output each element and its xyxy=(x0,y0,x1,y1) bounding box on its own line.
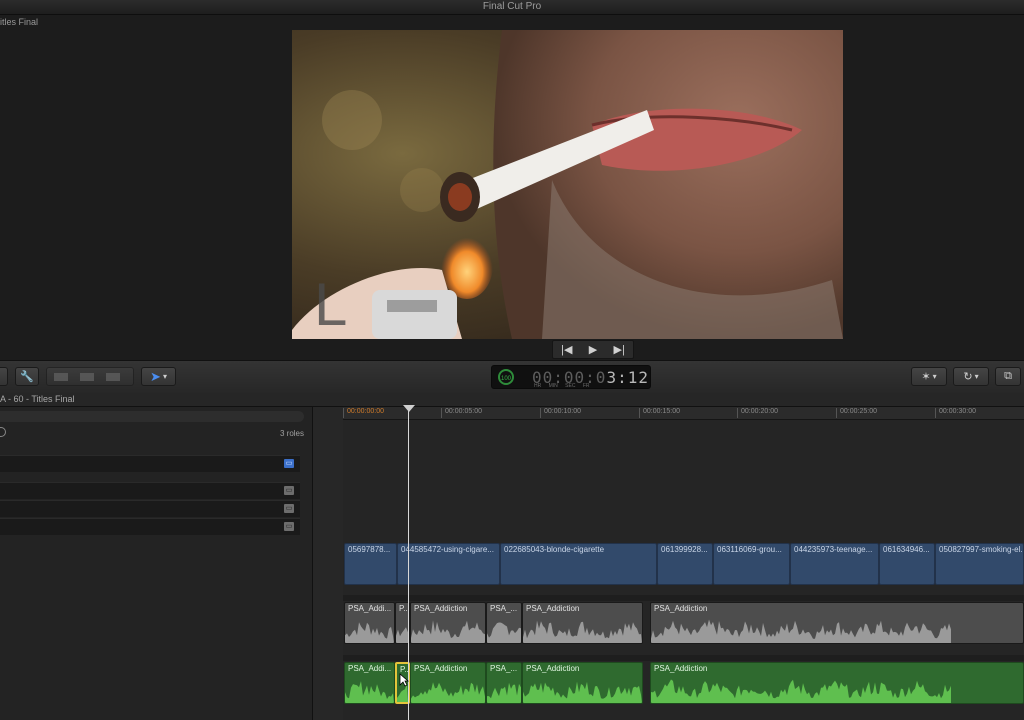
audio-waveform xyxy=(651,619,951,643)
toolbar-button-left-edge[interactable] xyxy=(0,367,8,386)
audio-waveform xyxy=(487,682,521,703)
video-clip[interactable]: 044585472-using-cigare... xyxy=(397,543,500,585)
video-preview[interactable]: L xyxy=(292,30,843,339)
audio-clip[interactable]: PSA_... xyxy=(486,602,522,644)
app-title: Final Cut Pro xyxy=(482,1,542,12)
video-clip[interactable]: 063116069-grou... xyxy=(713,543,790,585)
audio-clip-green[interactable]: PSA_Addiction xyxy=(410,662,486,704)
ruler-tick: 00:00:15:00 xyxy=(639,408,680,418)
next-edit-button[interactable]: ▶| xyxy=(614,343,625,356)
role-toggle-icon[interactable]: ▭ xyxy=(284,504,294,513)
waveform-shape xyxy=(487,682,521,703)
wrench-icon: 🔧 xyxy=(20,371,34,383)
ruler-tick: 00:00:25:00 xyxy=(836,408,877,418)
audio-clip-green[interactable]: PSA_Addi... xyxy=(344,662,395,704)
waveform-shape xyxy=(651,679,951,703)
toolbar: 🔧 ➤ ▾ 100 00:00:03:12 HR MIN SEC FR ✶ ▾ ↻… xyxy=(0,360,1024,394)
audio-clip-green[interactable]: PSA_... xyxy=(486,662,522,704)
ruler-tick: 00:00:20:00 xyxy=(737,408,778,418)
waveform-shape xyxy=(523,681,642,703)
audio-waveform xyxy=(523,681,642,703)
video-frame-image: L xyxy=(292,30,843,339)
video-clip[interactable]: 05697878... xyxy=(344,543,397,585)
ruler-tick: 00:00:05:00 xyxy=(441,408,482,418)
transport-controls: |◀ ▶ ▶| xyxy=(552,340,634,359)
role-toggle-icon[interactable]: ▭ xyxy=(284,486,294,495)
edit-buttons-group[interactable] xyxy=(46,367,134,386)
index-search-field[interactable] xyxy=(0,411,304,422)
enhancements-button[interactable]: ✶ ▾ xyxy=(911,367,947,386)
ruler-tick: 00:00:10:00 xyxy=(540,408,581,418)
video-clip[interactable]: 061634946... xyxy=(879,543,935,585)
waveform-shape xyxy=(345,681,394,703)
index-role-row[interactable]: ▭ xyxy=(0,455,300,472)
audio-waveform xyxy=(411,620,485,643)
index-role-row[interactable]: ▭ xyxy=(0,482,300,499)
index-toggle-icon[interactable] xyxy=(0,427,6,437)
video-clip[interactable]: 050827997-smoking-el... xyxy=(935,543,1024,585)
viewer-panel: itles Final L |◀ ▶ ▶| xyxy=(0,15,1024,360)
timeline-ruler[interactable]: 00:00:00:00 00:00:05:00 00:00:10:00 00:0… xyxy=(343,407,1024,420)
viewer-title: itles Final xyxy=(0,17,39,27)
audio-waveform xyxy=(345,622,394,643)
waveform-shape xyxy=(651,619,951,643)
previous-edit-button[interactable]: |◀ xyxy=(561,343,572,356)
lane-separator xyxy=(343,595,1024,601)
audio-waveform xyxy=(487,622,521,643)
waveform-shape xyxy=(523,620,642,643)
background-tasks-indicator[interactable]: 100 xyxy=(498,369,514,385)
waveform-shape xyxy=(345,622,394,643)
index-role-row[interactable]: ▭ xyxy=(0,500,300,517)
waveform-shape xyxy=(411,620,485,643)
edit-mode-icons xyxy=(54,372,120,381)
role-toggle-icon[interactable]: ▭ xyxy=(284,459,294,468)
index-role-row[interactable]: ▭ xyxy=(0,518,300,535)
svg-text:L: L xyxy=(314,271,347,338)
play-button[interactable]: ▶ xyxy=(589,343,597,356)
roles-count: 3 roles xyxy=(279,429,304,438)
video-clip[interactable]: 044235973-teenage... xyxy=(790,543,879,585)
audio-clip[interactable]: PSA_Addiction xyxy=(650,602,1024,644)
magic-wand-icon: ✶ xyxy=(921,371,931,383)
audio-clip-green[interactable]: PSA_Addiction xyxy=(522,662,643,704)
video-clip[interactable]: 022685043-blonde-cigarette xyxy=(500,543,657,585)
video-clip[interactable]: 061399928... xyxy=(657,543,713,585)
audio-clip[interactable]: PSA_Addiction xyxy=(410,602,486,644)
title-bar: Final Cut Pro xyxy=(0,0,1024,15)
overlay-icon: ⧉ xyxy=(1004,370,1012,382)
mouse-cursor-icon xyxy=(399,673,409,687)
inspector-button[interactable]: 🔧 xyxy=(15,367,39,386)
transform-button[interactable]: ⧉ xyxy=(995,367,1021,386)
waveform-shape xyxy=(487,622,521,643)
arrow-pointer-icon: ➤ xyxy=(150,368,161,384)
ruler-tick: 00:00:30:00 xyxy=(935,408,976,418)
timecode-units: HR MIN SEC FR xyxy=(534,383,590,389)
audio-waveform xyxy=(411,682,485,703)
retime-button[interactable]: ↻ ▾ xyxy=(953,367,989,386)
ruler-tick: 00:00:00:00 xyxy=(343,408,384,418)
audio-waveform xyxy=(651,679,951,703)
select-tool-button[interactable]: ➤ ▾ xyxy=(141,367,176,386)
timeline[interactable]: 00:00:00:00 00:00:05:00 00:00:10:00 00:0… xyxy=(313,407,1024,720)
timeline-index: 3 roles ▭ ▭ ▭ ▭ xyxy=(0,407,313,720)
project-name: A - 60 - Titles Final xyxy=(0,394,75,404)
project-bar: A - 60 - Titles Final xyxy=(0,393,1024,407)
audio-clip[interactable]: PSA_Addi... xyxy=(344,602,395,644)
waveform-shape xyxy=(411,682,485,703)
audio-waveform xyxy=(523,620,642,643)
playhead-handle-icon[interactable] xyxy=(403,405,415,412)
audio-waveform xyxy=(345,681,394,703)
audio-clip[interactable]: PSA_Addiction xyxy=(522,602,643,644)
dashboard-timecode[interactable]: 100 00:00:03:12 HR MIN SEC FR xyxy=(491,365,651,389)
role-toggle-icon[interactable]: ▭ xyxy=(284,522,294,531)
lane-separator xyxy=(343,655,1024,661)
audio-clip-green[interactable]: PSA_Addiction xyxy=(650,662,1024,704)
retime-icon: ↻ xyxy=(963,371,973,383)
